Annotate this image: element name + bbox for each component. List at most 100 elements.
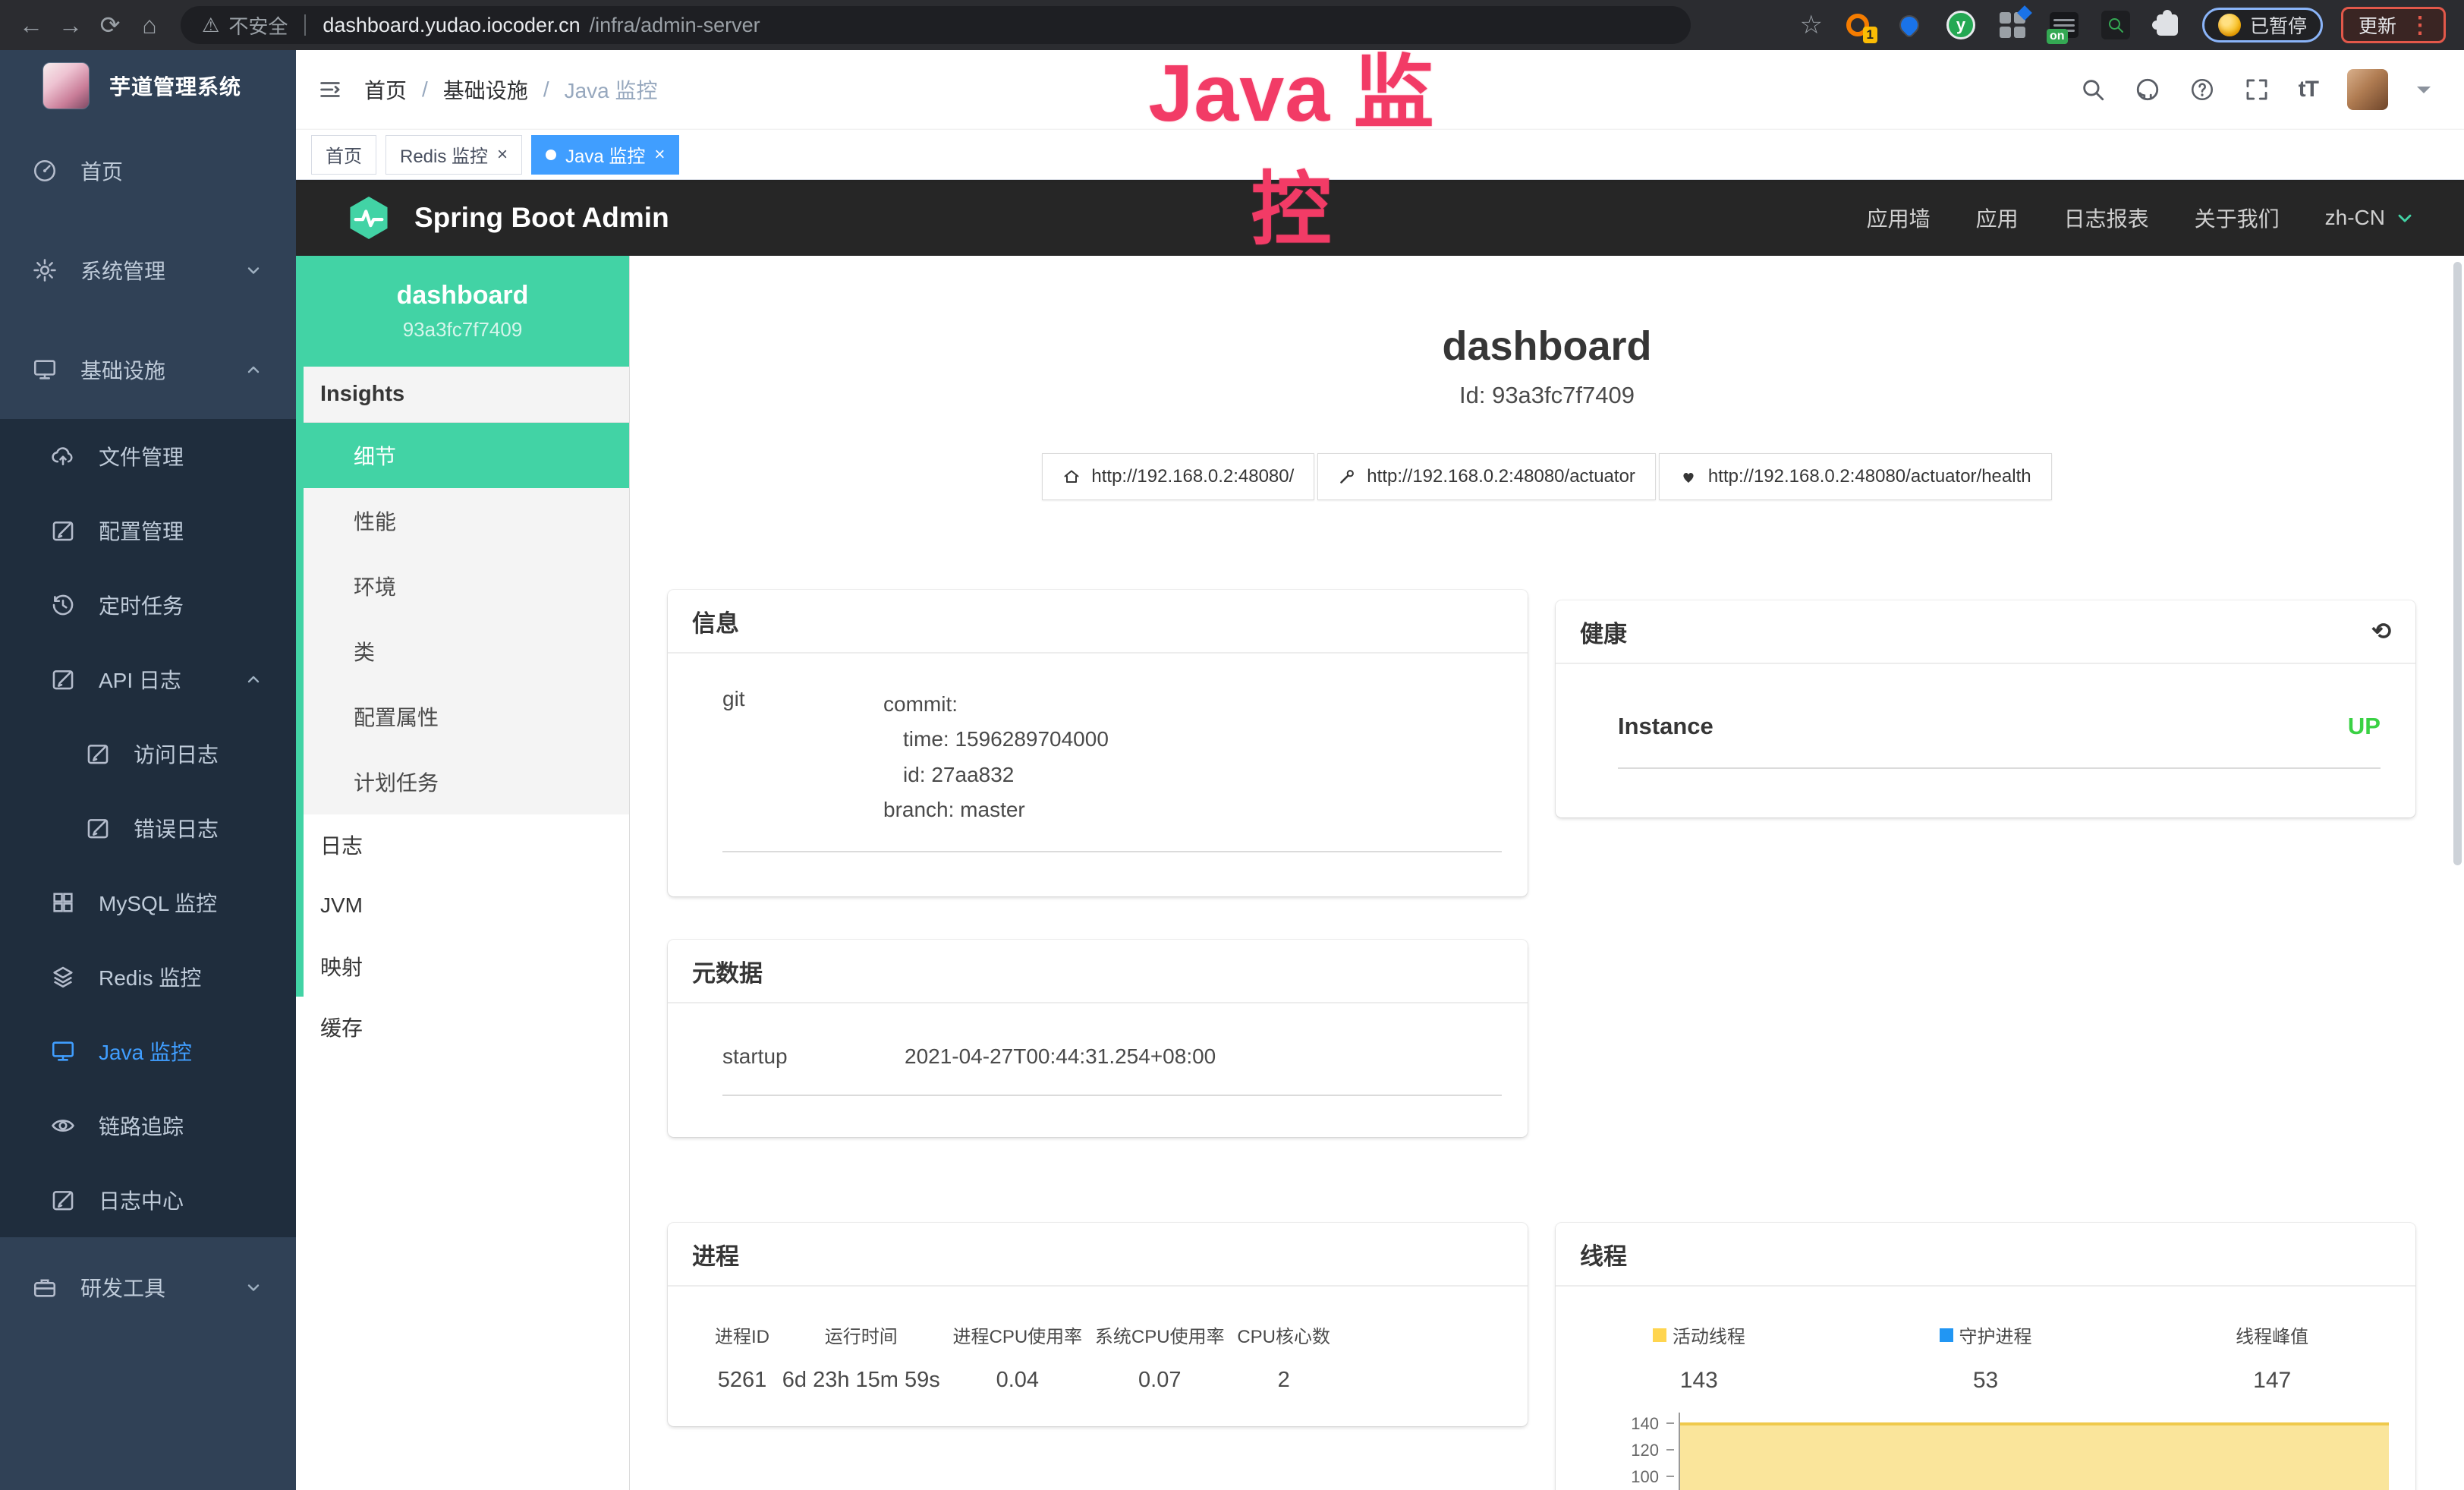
sidebar-item-file-mgmt[interactable]: 文件管理 <box>0 419 296 493</box>
extension-pin-icon[interactable] <box>1893 8 1926 42</box>
sidebar-toggle-button[interactable] <box>296 77 364 102</box>
sidebar-item-error-log[interactable]: 错误日志 <box>0 791 296 865</box>
close-icon[interactable]: × <box>497 146 508 164</box>
sidebar-item-label: 日志中心 <box>99 1185 184 1215</box>
column-header: 进程CPU使用率 <box>952 1321 1082 1348</box>
sidebar-item-system[interactable]: 系统管理 <box>0 220 296 320</box>
eye-icon <box>50 1113 76 1139</box>
extension-grid-icon[interactable] <box>1996 8 2029 42</box>
sba-menu-jvm[interactable]: JVM <box>296 875 629 936</box>
fullscreen-icon[interactable] <box>2244 77 2270 102</box>
sba-menu-environment[interactable]: 环境 <box>296 553 629 619</box>
language-select[interactable]: zh-CN <box>2325 206 2415 230</box>
sidebar-item-label: 首页 <box>80 156 123 186</box>
tab-home[interactable]: 首页 <box>311 135 376 175</box>
pin-icon <box>1897 13 1921 36</box>
legend-value: 147 <box>2129 1368 2415 1394</box>
sba-nav-about[interactable]: 关于我们 <box>2195 203 2280 233</box>
sba-nav-wallboard[interactable]: 应用墙 <box>1867 203 1931 233</box>
sba-nav-applications[interactable]: 应用 <box>1976 203 2019 233</box>
update-button[interactable]: 更新 ⋮ <box>2341 7 2446 43</box>
sidebar-item-label: 链路追踪 <box>99 1110 184 1141</box>
page-instance-id: Id: 93a3fc7f7409 <box>630 382 2464 409</box>
tab-java-monitor[interactable]: Java 监控 × <box>531 135 679 175</box>
grid-squares-icon <box>2000 12 2025 38</box>
sba-menu-classes[interactable]: 类 <box>296 619 629 684</box>
info-card-title: 信息 <box>668 590 1528 654</box>
sidebar-item-label: API 日志 <box>99 664 181 695</box>
metadata-startup-row: startup 2021-04-27T00:44:31.254+08:00 <box>722 1044 1502 1096</box>
extension-on-icon[interactable]: on <box>2047 8 2081 42</box>
avatar[interactable] <box>2347 69 2388 110</box>
sba-menu-config-props[interactable]: 配置属性 <box>296 684 629 749</box>
sidebar-item-tracing[interactable]: 链路追踪 <box>0 1088 296 1163</box>
bookmark-star-icon[interactable]: ☆ <box>1799 10 1822 40</box>
avatar-caret-icon[interactable] <box>2417 87 2431 100</box>
font-size-icon[interactable]: tT <box>2299 77 2318 102</box>
sba-menu-caches[interactable]: 缓存 <box>296 997 629 1057</box>
tab-redis-monitor[interactable]: Redis 监控 × <box>385 135 522 175</box>
paused-chip[interactable]: 已暂停 <box>2202 8 2323 43</box>
extension-y-icon[interactable]: y <box>1944 8 1978 42</box>
sba-menu-logs[interactable]: 日志 <box>296 814 629 875</box>
legend-label: 线程峰值 <box>2236 1321 2308 1348</box>
sidebar-item-log-center[interactable]: 日志中心 <box>0 1163 296 1237</box>
edit-icon <box>85 815 111 841</box>
y-axis-tickmark <box>1666 1422 1674 1424</box>
instance-header[interactable]: dashboard 93a3fc7f7409 <box>296 256 629 367</box>
sba-sidebar: dashboard 93a3fc7f7409 Insights 细节 性能 环境… <box>296 256 630 1490</box>
sidebar-item-scheduled-jobs[interactable]: 定时任务 <box>0 568 296 642</box>
sidebar-item-mysql-monitor[interactable]: MySQL 监控 <box>0 865 296 940</box>
health-url-button[interactable]: http://192.168.0.2:48080/actuator/health <box>1659 453 2052 500</box>
browser-reload-icon[interactable]: ⟳ <box>93 8 127 43</box>
app-title: 芋道管理系统 <box>109 71 241 101</box>
threads-card: 线程 活动线程 143 守护进程 53 线程峰值 147 140 120 100 <box>1556 1223 2415 1490</box>
breadcrumb-home[interactable]: 首页 <box>364 74 407 105</box>
sba-menu-details[interactable]: 细节 <box>296 423 629 488</box>
extension-puzzle-icon[interactable] <box>2151 8 2184 42</box>
health-card-header: 健康 ⟲ <box>1556 600 2415 664</box>
sba-content: dashboard Id: 93a3fc7f7409 http://192.16… <box>630 256 2464 1490</box>
sidebar-item-dev-tools[interactable]: 研发工具 <box>0 1237 296 1337</box>
extension-magnifier-icon[interactable] <box>2099 8 2132 42</box>
actuator-url-button[interactable]: http://192.168.0.2:48080/actuator <box>1317 453 1656 500</box>
info-card: 信息 git commit: time: 1596289704000 id: 2… <box>668 590 1528 896</box>
sidebar-item-home[interactable]: 首页 <box>0 121 296 220</box>
extension-orange-icon[interactable]: 1 <box>1841 8 1874 42</box>
close-icon[interactable]: × <box>654 146 665 164</box>
search-icon[interactable] <box>2080 77 2106 102</box>
breadcrumb-infra[interactable]: 基础设施 <box>443 74 528 105</box>
sba-menu-scheduled-tasks[interactable]: 计划任务 <box>296 749 629 814</box>
gear-icon <box>32 257 58 283</box>
service-url-button[interactable]: http://192.168.0.2:48080/ <box>1042 453 1314 500</box>
browser-menu-icon[interactable]: ⋮ <box>2409 12 2431 39</box>
sidebar-item-access-log[interactable]: 访问日志 <box>0 717 296 791</box>
browser-home-icon[interactable]: ⌂ <box>132 8 167 43</box>
browser-back-icon[interactable]: ← <box>14 8 49 43</box>
github-icon[interactable] <box>2135 77 2160 102</box>
sidebar-item-infra[interactable]: 基础设施 <box>0 320 296 419</box>
sba-menu-metrics[interactable]: 性能 <box>296 488 629 553</box>
app-sidebar: 芋道管理系统 首页 系统管理 基础设施 文件管理 <box>0 50 296 1490</box>
legend-peak-threads: 线程峰值 147 <box>2129 1321 2415 1394</box>
vertical-scrollbar[interactable] <box>2453 262 2462 865</box>
sba-nav-journal[interactable]: 日志报表 <box>2064 203 2149 233</box>
sidebar-item-api-log[interactable]: API 日志 <box>0 642 296 717</box>
column-header: CPU核心数 <box>1237 1321 1330 1348</box>
sidebar-item-config-mgmt[interactable]: 配置管理 <box>0 493 296 568</box>
browser-forward-icon[interactable]: → <box>53 8 88 43</box>
sba-menu-mappings[interactable]: 映射 <box>296 936 629 997</box>
sidebar-item-label: 访问日志 <box>134 739 219 769</box>
git-time-line: time: 1596289704000 <box>883 722 1109 757</box>
green-magnifier-icon <box>2101 11 2130 39</box>
history-icon[interactable]: ⟲ <box>2371 618 2391 645</box>
wrench-icon <box>1338 468 1356 486</box>
sidebar-item-java-monitor[interactable]: Java 监控 <box>0 1014 296 1088</box>
infra-submenu: 文件管理 配置管理 定时任务 API 日志 访问日志 <box>0 419 296 1237</box>
sidebar-item-redis-monitor[interactable]: Redis 监控 <box>0 940 296 1014</box>
help-icon[interactable] <box>2189 77 2215 102</box>
sidebar-item-label: Java 监控 <box>99 1036 192 1066</box>
instance-id: 93a3fc7f7409 <box>403 318 523 342</box>
chevron-up-icon <box>244 670 263 688</box>
security-label[interactable]: 不安全 <box>228 11 288 39</box>
